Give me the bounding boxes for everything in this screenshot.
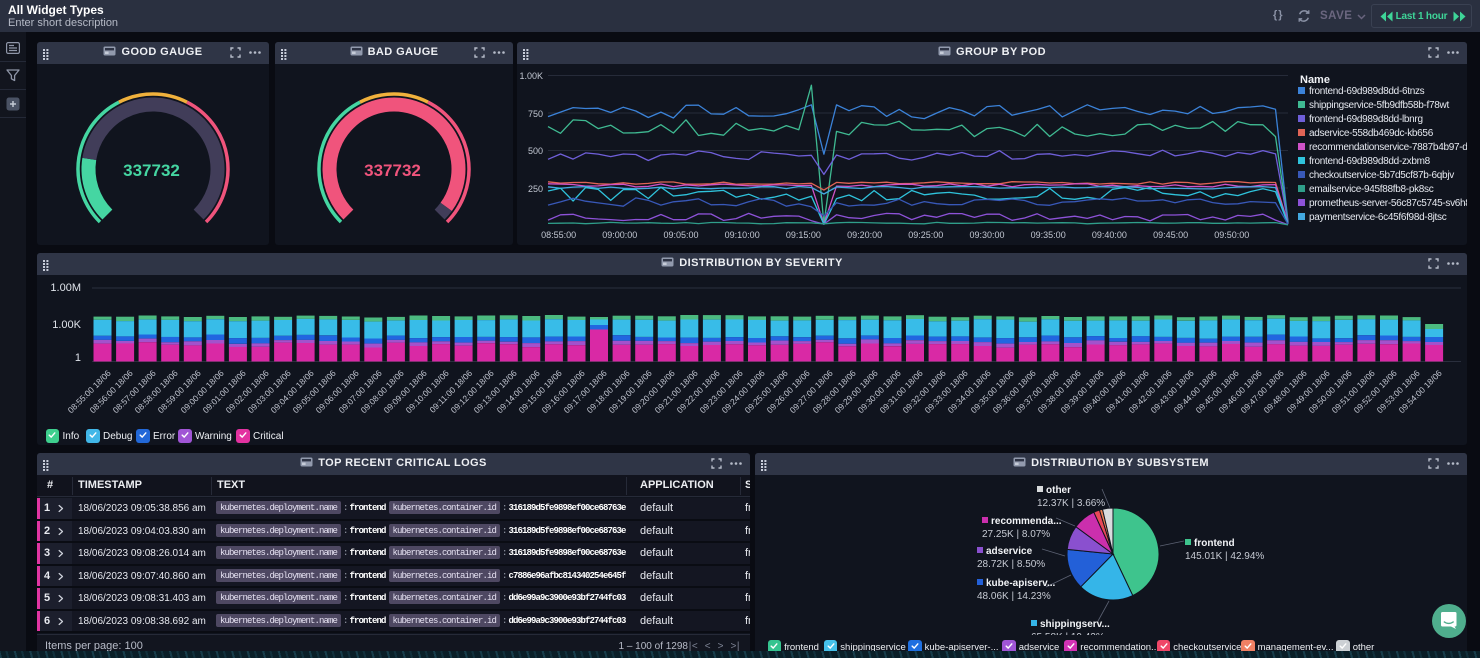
- svg-text:337732: 337732: [364, 161, 421, 180]
- svg-text:337732: 337732: [123, 161, 180, 180]
